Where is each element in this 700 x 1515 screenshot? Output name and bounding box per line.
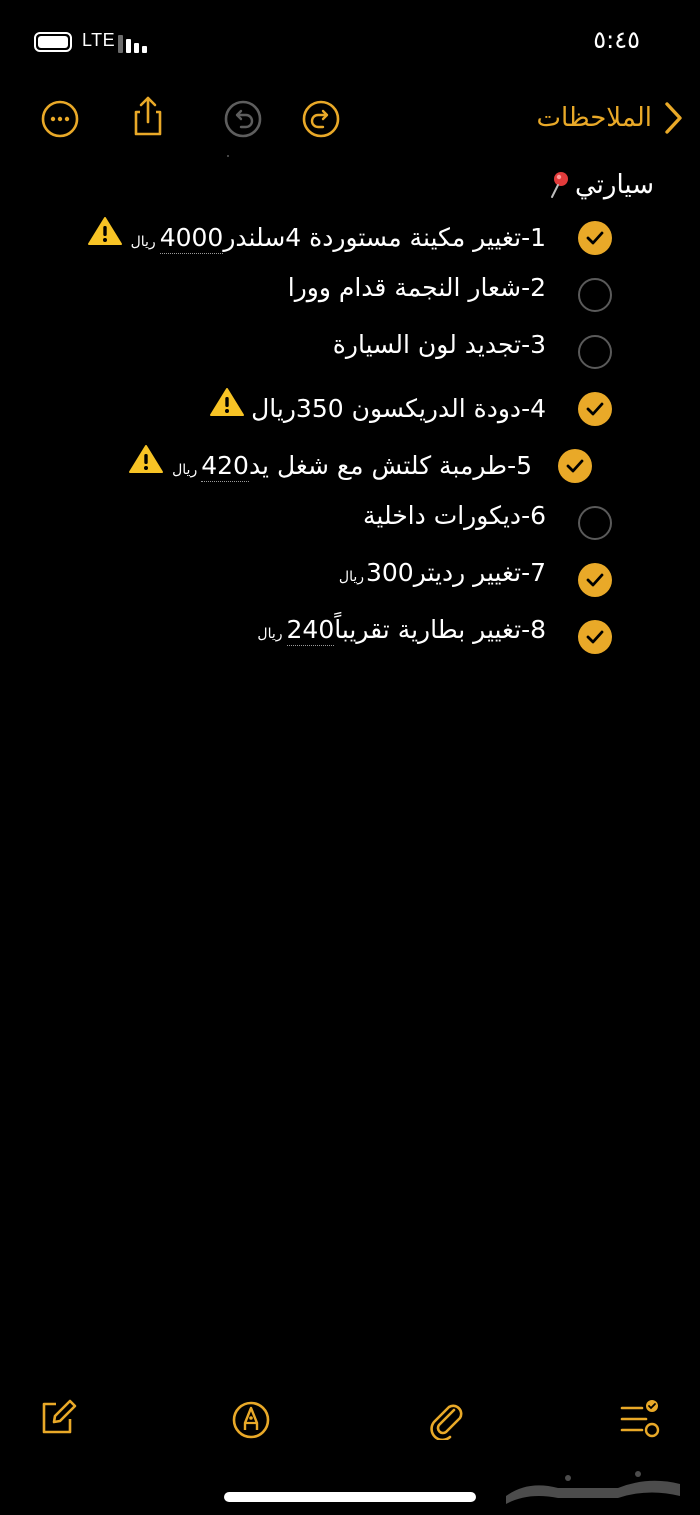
compose-icon[interactable] [36, 1396, 80, 1440]
item-label: 7-تغيير رديتر300 [366, 558, 546, 587]
checklist-item: 7-تغيير رديتر300 ريال [0, 552, 700, 608]
back-label: الملاحظات [536, 103, 653, 133]
bottom-toolbar [0, 1396, 700, 1446]
checkbox-checked[interactable] [578, 392, 612, 426]
checklist-icon[interactable] [618, 1396, 662, 1440]
chevron-right-icon [662, 100, 684, 136]
status-time: ٥:٤٥ [593, 26, 640, 54]
battery-icon [34, 32, 72, 52]
note-title[interactable]: سيارتي [547, 170, 654, 200]
checkbox-unchecked[interactable] [578, 335, 612, 369]
undo-icon[interactable] [221, 90, 265, 146]
checklist-item-text[interactable]: 1-تغيير مكينة مستوردة 4سلندر 4000 ريال [87, 216, 546, 254]
item-label: 1-تغيير مكينة مستوردة 4سلندر [223, 223, 546, 252]
checklist-item-text[interactable]: 4-دودة الدريكسون 350ريال [209, 387, 546, 423]
item-currency: ريال [257, 626, 283, 642]
warning-icon [209, 387, 245, 417]
warning-icon [128, 444, 164, 474]
item-label: 5-طرمبة كلتش مع شغل يد [248, 451, 532, 480]
checkbox-checked[interactable] [558, 449, 592, 483]
checklist-item-text[interactable]: 2-شعار النجمة قدام وورا [288, 273, 546, 302]
attachment-icon[interactable] [424, 1396, 468, 1440]
pin-icon [547, 170, 571, 200]
checklist-item: 1-تغيير مكينة مستوردة 4سلندر 4000 ريال [0, 210, 700, 266]
item-label: 6-ديكورات داخلية [363, 501, 546, 530]
checklist-item-text[interactable]: 6-ديكورات داخلية [363, 501, 546, 530]
network-type: LTE [82, 30, 116, 50]
checklist-item-text[interactable]: 8-تغيير بطارية تقريباً 240 ريال [255, 615, 546, 646]
more-icon[interactable] [38, 90, 82, 146]
note-title-text: سيارتي [574, 170, 654, 200]
signal-icon [118, 33, 152, 53]
checklist-item: 5-طرمبة كلتش مع شغل يد 420 ريال [0, 438, 700, 494]
checklist-item: 8-تغيير بطارية تقريباً 240 ريال [0, 609, 700, 665]
back-button[interactable]: الملاحظات [537, 98, 685, 138]
checklist-item-text[interactable]: 5-طرمبة كلتش مع شغل يد 420 ريال [128, 444, 532, 482]
checkbox-checked[interactable] [578, 221, 612, 255]
item-amount: 4000 [159, 223, 224, 254]
warning-icon [87, 216, 123, 246]
watermark-logo [498, 1466, 688, 1510]
checklist-item-text[interactable]: 7-تغيير رديتر300 ريال [337, 558, 546, 587]
checklist-item: 3-تجديد لون السيارة [0, 324, 700, 380]
item-currency: ريال [338, 569, 364, 585]
checkbox-unchecked[interactable] [578, 506, 612, 540]
item-label: 2-شعار النجمة قدام وورا [287, 273, 546, 302]
checkbox-unchecked[interactable] [578, 278, 612, 312]
redo-icon[interactable] [299, 90, 343, 146]
item-label: 8-تغيير بطارية تقريباً [334, 615, 546, 644]
checklist-item: 6-ديكورات داخلية [0, 495, 700, 551]
checklist-item: 2-شعار النجمة قدام وورا [0, 267, 700, 323]
item-amount: 420 [201, 451, 249, 482]
item-label: 4-دودة الدريكسون 350ريال [251, 394, 546, 423]
divider-dot [227, 155, 229, 157]
item-label: 3-تجديد لون السيارة [332, 330, 546, 359]
item-currency: ريال [130, 234, 156, 250]
status-bar: LTE ٥:٤٥ [0, 0, 700, 80]
checkbox-checked[interactable] [578, 620, 612, 654]
item-amount: 240 [286, 615, 335, 646]
battery-level [38, 36, 68, 48]
checklist-item: 4-دودة الدريكسون 350ريال [0, 381, 700, 437]
note-toolbar: الملاحظات [0, 90, 700, 150]
markup-icon[interactable] [229, 1396, 273, 1440]
checklist-item-text[interactable]: 3-تجديد لون السيارة [333, 330, 546, 359]
item-currency: ريال [172, 462, 198, 478]
checkbox-checked[interactable] [578, 563, 612, 597]
home-indicator[interactable] [224, 1492, 476, 1502]
share-icon[interactable] [126, 90, 170, 146]
